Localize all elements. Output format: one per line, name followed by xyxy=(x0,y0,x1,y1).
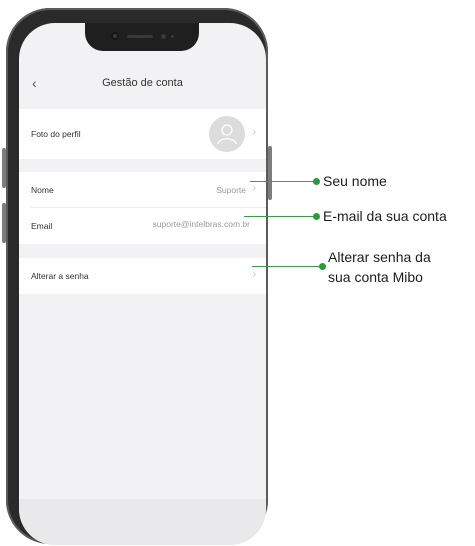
volume-button xyxy=(2,203,6,243)
name-label: Nome xyxy=(31,185,54,195)
callout-line-email xyxy=(244,216,316,217)
password-label: Alterar a senha xyxy=(31,271,89,281)
email-label: Email xyxy=(31,221,53,231)
change-password-row[interactable]: Alterar a senha › xyxy=(19,258,266,294)
phone-screen: ‹ Gestão de conta Foto do perfil › Nome … xyxy=(19,23,266,545)
camera-icon xyxy=(111,32,119,40)
chevron-right-icon: › xyxy=(252,127,256,138)
power-button xyxy=(268,146,272,200)
callout-dot-password xyxy=(319,263,326,270)
name-value[interactable]: Suporte xyxy=(216,185,246,195)
chevron-right-icon: › xyxy=(252,269,256,280)
nav-header: ‹ Gestão de conta xyxy=(19,73,266,93)
callout-name: Seu nome xyxy=(323,173,387,189)
account-info-group: Nome Suporte › Email suporte@intelbras.c… xyxy=(19,172,266,244)
callout-email: E-mail da sua conta xyxy=(323,208,447,224)
sensor-icon xyxy=(171,35,174,38)
callout-password-line2: sua conta Mibo xyxy=(328,269,423,285)
divider xyxy=(31,207,266,208)
volume-button xyxy=(2,148,6,188)
phone-frame: ‹ Gestão de conta Foto do perfil › Nome … xyxy=(2,8,272,545)
bottom-area xyxy=(19,499,266,545)
sensor-icon xyxy=(161,34,166,39)
callout-line-password xyxy=(252,266,322,267)
profile-photo-row[interactable]: Foto do perfil › xyxy=(19,109,266,159)
speaker-icon xyxy=(127,35,153,38)
photo-label: Foto do perfil xyxy=(31,129,81,139)
user-icon xyxy=(217,124,237,145)
email-value: suporte@intelbras.com.br xyxy=(152,219,250,229)
chevron-right-icon[interactable]: › xyxy=(253,183,256,194)
callout-line-name xyxy=(250,181,316,182)
phone-notch xyxy=(85,23,199,51)
callout-dot-email xyxy=(313,213,320,220)
callout-dot-name xyxy=(313,178,320,185)
page-title: Gestão de conta xyxy=(102,77,183,89)
callout-password-line1: Alterar senha da xyxy=(328,249,431,265)
avatar[interactable] xyxy=(209,116,245,152)
